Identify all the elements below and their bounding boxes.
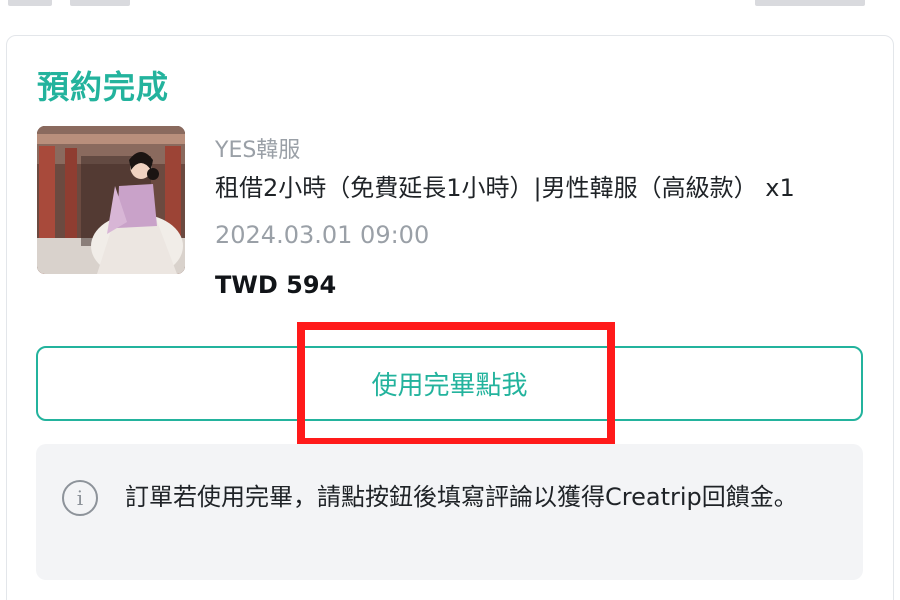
order-price: TWD 594 xyxy=(215,271,337,299)
cutoff-text-fragment xyxy=(70,0,130,6)
vendor-name: YES韓服 xyxy=(215,138,301,163)
info-icon: i xyxy=(62,480,98,516)
cutoff-text-fragment xyxy=(755,0,865,6)
cutoff-text-fragment xyxy=(8,0,52,6)
highlight-box xyxy=(297,322,615,446)
reservation-datetime: 2024.03.01 09:00 xyxy=(215,221,430,249)
notice-text: 訂單若使用完畢，請點按鈕後填寫評論以獲得Creatrip回饋金。 xyxy=(125,483,798,511)
product-title[interactable]: 租借2小時（免費延長1小時）|男性韓服（高級款） x1 xyxy=(215,168,795,203)
order-detail-page: 預約完成 YES韓服 租借2小時（免費延長1小時）|男性韓服（高級款） x1 2… xyxy=(0,0,900,600)
product-thumbnail[interactable] xyxy=(37,126,185,274)
order-status-title: 預約完成 xyxy=(37,68,170,106)
hanbok-photo xyxy=(37,126,185,274)
top-cutoff-strip xyxy=(0,0,900,14)
